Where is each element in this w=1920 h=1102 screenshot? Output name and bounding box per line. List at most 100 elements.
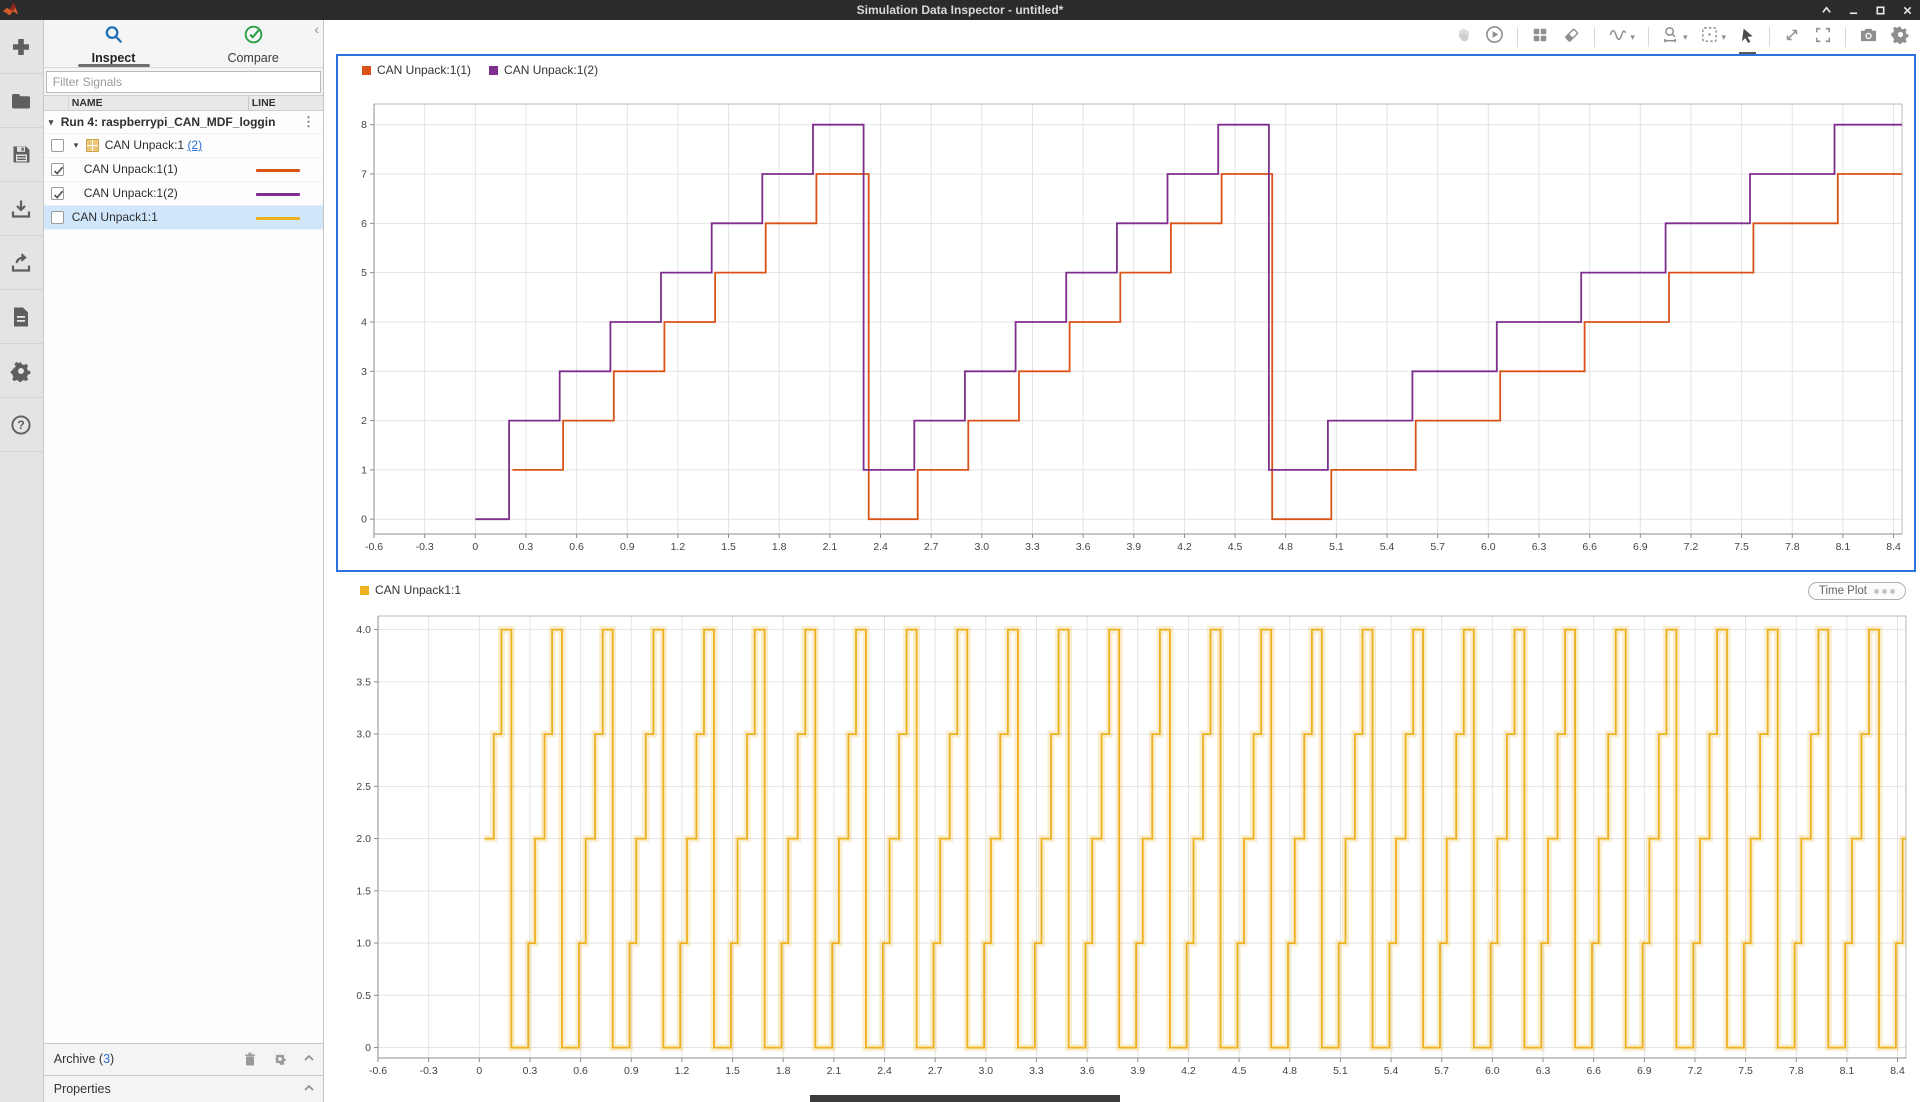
- x-tick-label: -0.6: [365, 541, 383, 553]
- signal-label: CAN Unpack:1(1): [84, 162, 178, 176]
- chevron-down-icon[interactable]: ▾: [1630, 32, 1635, 43]
- x-tick-label: 2.4: [877, 1065, 892, 1077]
- expand-plot-button[interactable]: [1783, 26, 1801, 49]
- time-plot-menu-label: Time Plot: [1819, 585, 1867, 597]
- archive-gear-icon[interactable]: [273, 1052, 287, 1070]
- series-CAN Unpack:1(1)[interactable]: [512, 174, 1902, 519]
- x-tick-label: 0: [476, 1065, 482, 1077]
- help-button[interactable]: ?: [0, 398, 43, 452]
- tab-compare[interactable]: Compare: [183, 20, 323, 67]
- y-tick-label: 2: [361, 415, 367, 427]
- signal-row-0[interactable]: ▾ Run 4: raspberrypi_CAN_MDF_loggin⋮: [44, 111, 323, 134]
- inspect-search-icon: [103, 24, 124, 50]
- properties-collapse-icon[interactable]: [303, 1082, 315, 1097]
- export-button[interactable]: [0, 236, 43, 290]
- shade-window-button[interactable]: [1820, 4, 1833, 17]
- pointer-cursor-button[interactable]: [1739, 26, 1756, 49]
- maximize-button[interactable]: [1874, 4, 1887, 17]
- import-button[interactable]: [0, 182, 43, 236]
- top-plot-legend: CAN Unpack:1(1)CAN Unpack:1(2): [338, 56, 1914, 84]
- signal-row-2[interactable]: CAN Unpack:1(1): [44, 158, 323, 182]
- x-tick-label: 6.6: [1582, 541, 1597, 553]
- plus-button[interactable]: [0, 20, 43, 74]
- line-style-swatch[interactable]: [256, 193, 300, 196]
- signal-wave-button[interactable]: ▾: [1608, 26, 1635, 49]
- subplot-layout-button[interactable]: [1531, 26, 1549, 49]
- minimize-button[interactable]: [1847, 4, 1860, 17]
- signal-checkbox[interactable]: [51, 187, 64, 200]
- signal-row-1[interactable]: ▾CAN Unpack:1 (2): [44, 134, 323, 158]
- signal-checkbox[interactable]: [51, 163, 64, 176]
- time-plot-menu-button[interactable]: Time Plot: [1808, 582, 1906, 600]
- x-tick-label: 7.2: [1684, 541, 1699, 553]
- run-menu-kebab-icon[interactable]: ⋮: [302, 114, 315, 130]
- archive-bar[interactable]: Archive (3): [44, 1043, 323, 1075]
- x-tick-label: 2.7: [924, 541, 939, 553]
- x-tick-label: 8.4: [1886, 541, 1901, 553]
- y-tick-label: 2.0: [356, 833, 371, 845]
- save-icon: [11, 144, 32, 165]
- properties-bar[interactable]: Properties: [44, 1075, 323, 1102]
- collapse-panel-button[interactable]: ‹: [314, 22, 319, 36]
- x-tick-label: 6.6: [1586, 1065, 1601, 1077]
- signal-row-4[interactable]: CAN Unpack1:1: [44, 206, 323, 230]
- x-tick-label: 3.6: [1080, 1065, 1095, 1077]
- toolbar-separator: [1845, 27, 1846, 47]
- chevron-down-icon[interactable]: ▾: [1683, 32, 1688, 43]
- expand-plot-icon: [1783, 26, 1801, 49]
- open-folder-button[interactable]: [0, 74, 43, 128]
- snapshot-camera-button[interactable]: [1859, 26, 1878, 48]
- x-tick-label: 3.3: [1025, 541, 1040, 553]
- x-tick-label: 8.1: [1836, 541, 1851, 553]
- x-tick-label: 3.0: [979, 1065, 994, 1077]
- x-tick-label: 7.8: [1789, 1065, 1804, 1077]
- x-tick-label: 4.8: [1282, 1065, 1297, 1077]
- snapshot-camera-icon: [1859, 26, 1878, 48]
- y-tick-label: 2.5: [356, 781, 371, 793]
- settings-gear-icon: [1891, 25, 1910, 49]
- signal-checkbox[interactable]: [51, 211, 64, 224]
- fit-to-view-icon: [1700, 25, 1719, 49]
- plus-icon: [10, 36, 32, 58]
- fit-to-view-button[interactable]: ▾: [1700, 25, 1726, 49]
- app-sidebar: ?: [0, 20, 44, 1102]
- archive-trash-icon[interactable]: [243, 1052, 257, 1070]
- legend-item: CAN Unpack:1(2): [489, 63, 598, 77]
- y-tick-label: 6: [361, 218, 367, 230]
- save-button[interactable]: [0, 128, 43, 182]
- import-icon: [10, 198, 32, 220]
- clear-plots-eraser-button[interactable]: [1562, 26, 1581, 49]
- x-tick-label: 8.1: [1840, 1065, 1855, 1077]
- replay-button[interactable]: [1485, 25, 1504, 49]
- signal-checkbox[interactable]: [51, 139, 64, 152]
- collapse-caret-icon[interactable]: ▾: [74, 140, 79, 151]
- x-tick-label: 3.3: [1029, 1065, 1044, 1077]
- archive-label: Archive (: [54, 1052, 103, 1066]
- close-button[interactable]: [1901, 4, 1914, 17]
- settings-gear-button[interactable]: [1891, 25, 1910, 49]
- top-plot-canvas[interactable]: -0.6-0.300.30.60.91.21.51.82.12.42.73.03…: [338, 84, 1910, 570]
- fullscreen-button[interactable]: [1814, 26, 1832, 49]
- bottom-plot-canvas[interactable]: -0.6-0.300.30.60.91.21.51.82.12.42.73.03…: [336, 604, 1916, 1098]
- time-plot-bottom[interactable]: CAN Unpack1:1 -0.6-0.300.30.60.91.21.51.…: [336, 576, 1916, 1098]
- x-tick-label: 3.9: [1130, 1065, 1145, 1077]
- filter-signals-input[interactable]: [46, 71, 321, 93]
- collapse-caret-icon[interactable]: ▾: [49, 117, 54, 128]
- signal-row-3[interactable]: CAN Unpack:1(2): [44, 182, 323, 206]
- x-tick-label: 4.2: [1177, 541, 1192, 553]
- tab-inspect[interactable]: Inspect: [44, 20, 184, 67]
- run-label: Run 4: raspberrypi_CAN_MDF_loggin: [61, 115, 313, 129]
- preferences-gear-button[interactable]: [0, 344, 43, 398]
- line-style-swatch[interactable]: [256, 217, 300, 220]
- report-button[interactable]: [0, 290, 43, 344]
- line-style-swatch[interactable]: [256, 169, 300, 172]
- plot-area: ▾▾▾ CAN Unpack:1(1)CAN Unpack:1(2) -0.6-…: [324, 20, 1920, 1102]
- time-plot-top[interactable]: CAN Unpack:1(1)CAN Unpack:1(2) -0.6-0.30…: [336, 54, 1916, 572]
- legend-label: CAN Unpack1:1: [375, 583, 461, 597]
- zoom-time-button[interactable]: ▾: [1662, 25, 1688, 49]
- chevron-down-icon[interactable]: ▾: [1721, 32, 1726, 43]
- x-tick-label: 3.6: [1076, 541, 1091, 553]
- archive-collapse-icon[interactable]: [303, 1052, 315, 1070]
- signal-count-link[interactable]: (2): [187, 138, 202, 152]
- x-tick-label: 0.9: [624, 1065, 639, 1077]
